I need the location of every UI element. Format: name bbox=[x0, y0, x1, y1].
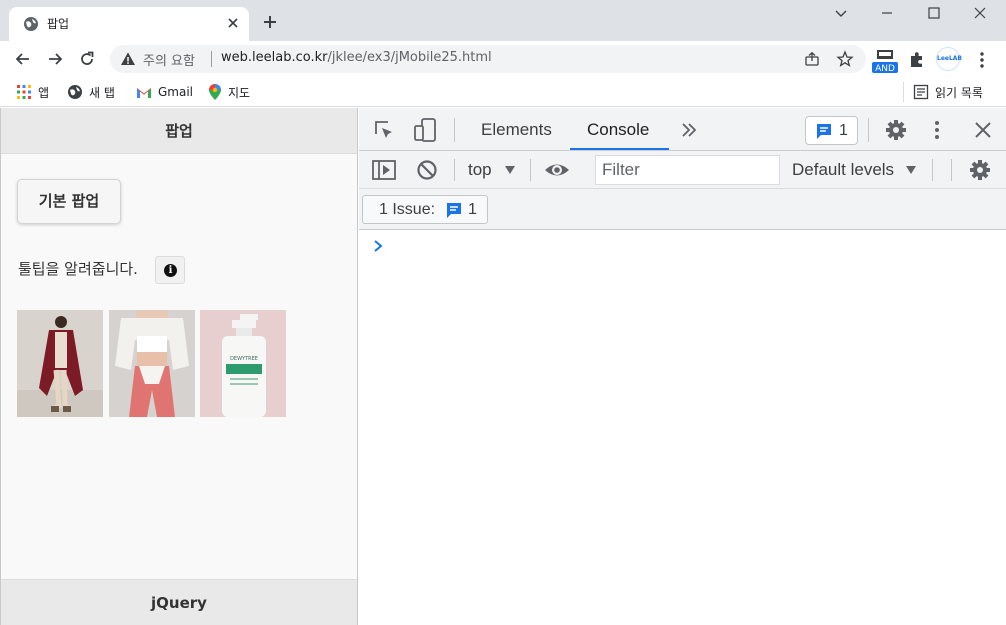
thumbnail-white-top[interactable] bbox=[109, 310, 195, 417]
sidebar-toggle-icon[interactable] bbox=[372, 160, 396, 180]
devtools-divider bbox=[454, 118, 455, 142]
bookmark-maps[interactable]: 지도 bbox=[208, 82, 250, 102]
more-tabs-chevron-icon[interactable] bbox=[681, 122, 697, 138]
chevron-down-icon[interactable] bbox=[832, 4, 850, 22]
active-tab-indicator bbox=[570, 148, 669, 150]
apps-grid-icon bbox=[17, 85, 31, 99]
page-viewport: 팝업 기본 팝업 툴팁을 알려줍니다. i DEWYTREE jQuery bbox=[0, 108, 358, 625]
filter-input[interactable] bbox=[596, 156, 779, 184]
title-bar: 팝업 bbox=[0, 0, 1006, 41]
dropdown-triangle-icon bbox=[905, 166, 916, 174]
toolbar-divider bbox=[530, 159, 531, 181]
bookmark-label: 앱 bbox=[38, 85, 50, 100]
more-menu-icon[interactable] bbox=[975, 51, 989, 69]
devtools-tab-bar: Elements Console 1 bbox=[359, 108, 1006, 151]
issues-counter-value: 1 bbox=[839, 122, 848, 139]
console-filter-box[interactable] bbox=[595, 155, 780, 185]
context-selector[interactable]: top bbox=[468, 160, 516, 180]
device-toolbar-icon[interactable] bbox=[413, 117, 437, 143]
bookmark-apps[interactable]: 앱 bbox=[16, 82, 49, 102]
console-settings-gear-icon[interactable] bbox=[968, 158, 992, 182]
reload-icon[interactable] bbox=[78, 50, 96, 68]
close-window-icon[interactable] bbox=[971, 4, 989, 22]
devtools-panel: Elements Console 1 top Filter Default le… bbox=[359, 108, 1006, 625]
address-bar[interactable]: 주의 요함 web.leelab.co.kr/jklee/ex3/jMobile… bbox=[110, 45, 866, 73]
url-path: /jklee/ex3/jMobile25.html bbox=[327, 50, 492, 65]
tab-close-icon[interactable] bbox=[225, 15, 241, 31]
tooltip-text: 툴팁을 알려줍니다. bbox=[18, 260, 138, 278]
gmail-icon bbox=[137, 87, 151, 98]
product-brand-label: DEWYTREE bbox=[230, 356, 258, 362]
close-devtools-icon[interactable] bbox=[973, 120, 993, 140]
tab-elements[interactable]: Elements bbox=[481, 120, 552, 140]
issues-counter-button[interactable]: 1 bbox=[805, 116, 858, 145]
console-output[interactable] bbox=[359, 230, 1006, 625]
log-levels-dropdown[interactable]: Default levels bbox=[792, 160, 917, 180]
bookmark-divider bbox=[903, 82, 904, 102]
console-prompt-chevron-icon bbox=[374, 240, 383, 252]
settings-gear-icon[interactable] bbox=[884, 118, 908, 142]
tab-title: 팝업 bbox=[47, 17, 70, 31]
bookmark-star-icon[interactable] bbox=[836, 50, 854, 68]
thumbnail-shampoo[interactable]: DEWYTREE bbox=[200, 310, 286, 417]
back-arrow-icon[interactable] bbox=[14, 50, 32, 68]
warning-triangle-icon[interactable] bbox=[120, 51, 136, 67]
bookmark-label: Gmail bbox=[158, 85, 194, 99]
tab-console[interactable]: Console bbox=[587, 120, 649, 140]
info-icon: i bbox=[164, 264, 177, 277]
globe-icon bbox=[24, 17, 38, 31]
maps-pin-icon bbox=[209, 84, 221, 100]
reading-list-icon bbox=[913, 84, 929, 100]
page-header-title: 팝업 bbox=[1, 108, 357, 154]
url-text[interactable]: web.leelab.co.kr/jklee/ex3/jMobile25.htm… bbox=[221, 50, 492, 65]
bookmark-label: 새 탭 bbox=[89, 85, 115, 100]
console-toolbar: top Default levels bbox=[359, 151, 1006, 189]
address-divider bbox=[211, 51, 212, 67]
context-value: top bbox=[468, 160, 492, 179]
maximize-icon[interactable] bbox=[925, 4, 943, 22]
forward-arrow-icon[interactable] bbox=[46, 50, 64, 68]
security-status[interactable]: 주의 요함 bbox=[143, 50, 195, 69]
page-footer-title: jQuery bbox=[1, 579, 357, 625]
and-extension-label: AND bbox=[875, 64, 895, 73]
clear-console-icon[interactable] bbox=[416, 159, 438, 181]
minimize-icon[interactable] bbox=[878, 4, 896, 22]
share-icon[interactable] bbox=[804, 51, 820, 67]
issues-button[interactable]: 1 Issue: 1 bbox=[362, 195, 488, 224]
white-top-model-image bbox=[109, 310, 195, 417]
bookmark-gmail[interactable]: Gmail bbox=[136, 82, 193, 102]
reading-list-button[interactable]: 읽기 목록 bbox=[913, 82, 983, 102]
thumbnail-red-coat[interactable] bbox=[17, 310, 103, 417]
bookmarks-bar: 앱 새 탭 Gmail 지도 읽기 목록 bbox=[0, 77, 1006, 107]
bookmark-new-tab[interactable]: 새 탭 bbox=[67, 82, 115, 102]
inspect-element-icon[interactable] bbox=[373, 119, 395, 141]
devtools-menu-icon[interactable] bbox=[931, 118, 943, 142]
toolbar-divider bbox=[951, 159, 952, 181]
extensions-puzzle-icon[interactable] bbox=[908, 51, 926, 69]
dropdown-triangle-icon bbox=[505, 166, 516, 174]
issues-label: 1 Issue: bbox=[379, 201, 436, 218]
issues-count: 1 bbox=[468, 201, 477, 218]
dewytree-shampoo-image: DEWYTREE bbox=[200, 310, 286, 417]
live-expression-eye-icon[interactable] bbox=[544, 161, 570, 179]
browser-tab[interactable]: 팝업 bbox=[9, 7, 249, 41]
and-extension-icon[interactable]: AND bbox=[872, 49, 898, 73]
leelab-extension-icon[interactable]: LeeLAB bbox=[936, 47, 962, 71]
message-icon bbox=[817, 124, 831, 139]
globe-icon bbox=[68, 85, 82, 99]
toolbar-divider bbox=[454, 159, 455, 181]
message-icon bbox=[447, 203, 461, 218]
url-host: web.leelab.co.kr bbox=[221, 50, 328, 65]
new-tab-plus-icon[interactable] bbox=[262, 14, 278, 30]
basic-popup-button[interactable]: 기본 팝업 bbox=[17, 179, 121, 224]
devtools-divider bbox=[868, 118, 869, 142]
toolbar-divider bbox=[932, 159, 933, 181]
info-tooltip-button[interactable]: i bbox=[155, 256, 185, 284]
red-coat-model-image bbox=[17, 310, 103, 417]
bookmark-label: 지도 bbox=[228, 85, 251, 100]
reading-list-label: 읽기 목록 bbox=[935, 85, 983, 100]
issues-bar: 1 Issue: 1 bbox=[359, 189, 1006, 230]
browser-toolbar: 주의 요함 web.leelab.co.kr/jklee/ex3/jMobile… bbox=[0, 41, 1006, 77]
log-levels-label: Default levels bbox=[792, 160, 895, 179]
